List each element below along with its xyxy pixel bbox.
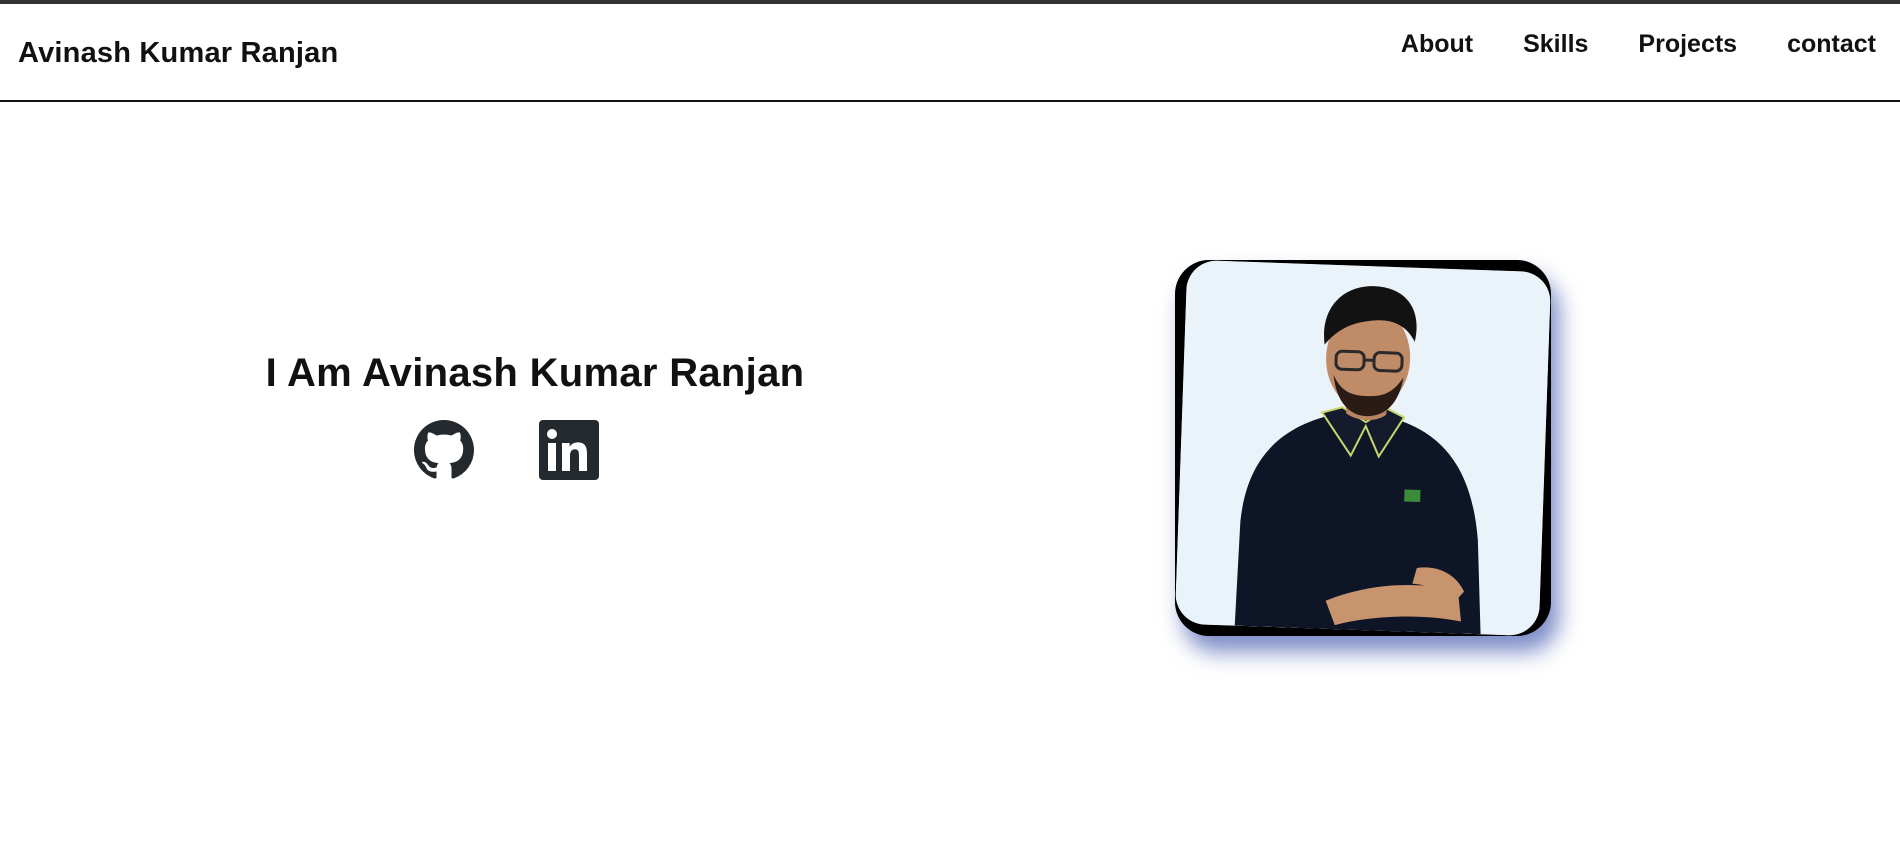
- nav-links: About Skills Projects contact: [1351, 30, 1876, 59]
- linkedin-icon: [539, 420, 599, 480]
- profile-photo-image: [1175, 260, 1551, 636]
- linkedin-link[interactable]: [539, 420, 599, 480]
- hero-title: I Am Avinash Kumar Ranjan: [265, 351, 805, 395]
- person-illustration: [1175, 260, 1551, 636]
- github-link[interactable]: [414, 420, 474, 480]
- nav-link-about[interactable]: About: [1401, 30, 1473, 59]
- navbar: Avinash Kumar Ranjan About Skills Projec…: [0, 4, 1900, 102]
- github-icon: [414, 420, 474, 479]
- brand-name[interactable]: Avinash Kumar Ranjan: [18, 37, 338, 70]
- nav-link-skills[interactable]: Skills: [1523, 30, 1588, 59]
- nav-link-projects[interactable]: Projects: [1638, 30, 1737, 59]
- profile-photo: [1175, 260, 1551, 636]
- nav-link-contact[interactable]: contact: [1787, 30, 1876, 59]
